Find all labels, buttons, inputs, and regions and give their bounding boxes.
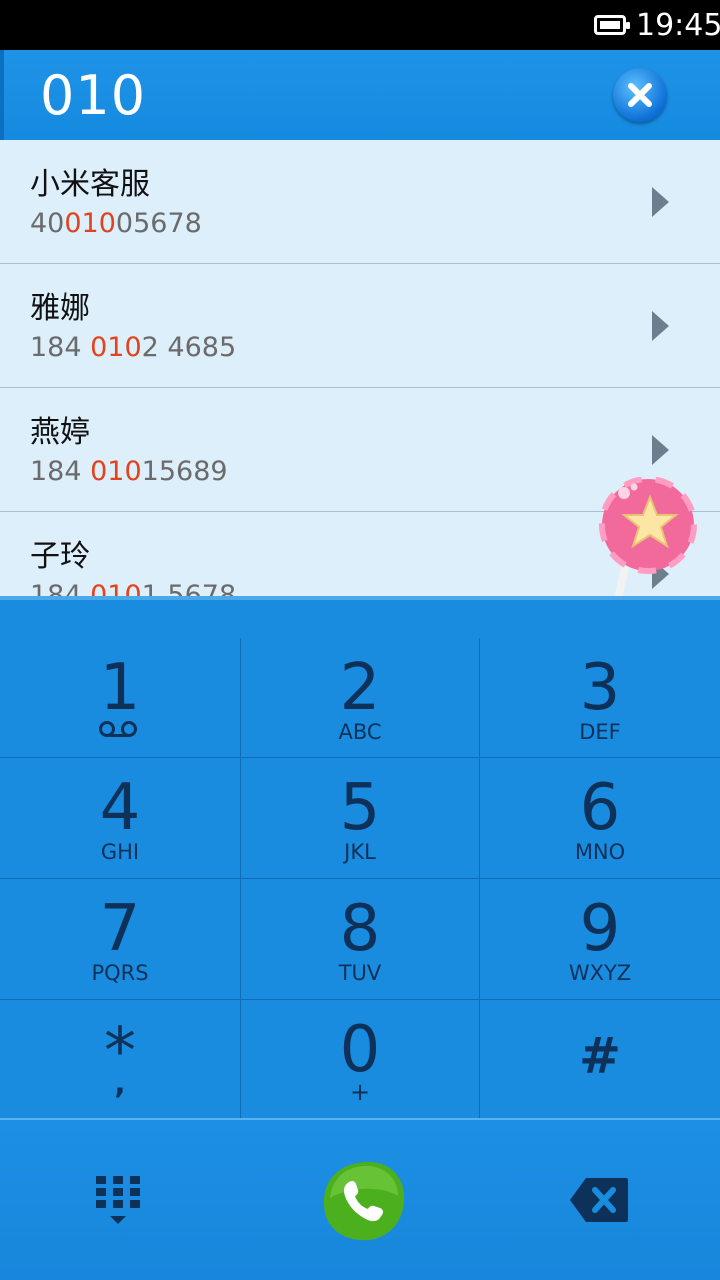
match-highlight: 010 bbox=[64, 208, 116, 239]
close-icon bbox=[628, 83, 652, 107]
contact-name: 小米客服 bbox=[30, 167, 150, 202]
clear-button[interactable] bbox=[613, 68, 667, 122]
contact-result-row[interactable]: 小米客服 4001005678 bbox=[0, 140, 720, 264]
contact-number: 184 01015689 bbox=[30, 456, 228, 487]
status-time: 19:45 bbox=[636, 8, 720, 43]
key-letters: JKL bbox=[344, 840, 376, 864]
key-letters: TUV bbox=[338, 961, 382, 985]
key-0[interactable]: 0 + bbox=[240, 1000, 480, 1121]
key-letters: WXYZ bbox=[568, 961, 632, 985]
key-digit: 2 bbox=[339, 651, 381, 725]
dial-keypad: 1 2 ABC 3 DEF 4 GHI 5 JKL 6 MNO 7 PQRS 8… bbox=[0, 596, 720, 1122]
key-digit: 9 bbox=[579, 892, 621, 966]
contact-name: 子玲 bbox=[30, 539, 90, 574]
key-digit: 8 bbox=[339, 892, 381, 966]
key-3[interactable]: 3 DEF bbox=[480, 638, 720, 759]
key-5[interactable]: 5 JKL bbox=[240, 758, 480, 879]
key-letters: DEF bbox=[579, 720, 621, 744]
action-bar bbox=[0, 1118, 720, 1280]
key-2[interactable]: 2 ABC bbox=[240, 638, 480, 759]
key-digit: 7 bbox=[99, 892, 141, 966]
key-hash[interactable]: # bbox=[480, 1000, 720, 1121]
key-7[interactable]: 7 PQRS bbox=[0, 879, 240, 1000]
dialed-number-bar: 010 bbox=[0, 50, 720, 140]
dialpad-icon[interactable] bbox=[96, 1176, 140, 1226]
key-letters: ABC bbox=[338, 720, 382, 744]
contact-name: 雅娜 bbox=[30, 291, 90, 326]
key-digit: 3 bbox=[579, 651, 621, 725]
contact-number: 4001005678 bbox=[30, 208, 202, 239]
contact-result-row[interactable]: 雅娜 184 0102 4685 bbox=[0, 264, 720, 388]
match-highlight: 010 bbox=[90, 580, 142, 596]
key-digit: 4 bbox=[99, 771, 141, 845]
voicemail-icon bbox=[99, 721, 137, 737]
backspace-icon[interactable] bbox=[568, 1176, 630, 1224]
contact-number: 184 0102 4685 bbox=[30, 332, 237, 363]
key-letters: GHI bbox=[100, 840, 140, 864]
key-letters: MNO bbox=[574, 840, 626, 864]
match-highlight: 010 bbox=[90, 332, 142, 363]
battery-full-icon bbox=[594, 15, 630, 35]
status-bar: 19:45 bbox=[0, 0, 720, 50]
key-digit: 5 bbox=[339, 771, 381, 845]
contact-name: 燕婷 bbox=[30, 415, 90, 450]
key-star[interactable]: * , bbox=[0, 1000, 240, 1121]
key-digit: 1 bbox=[99, 651, 141, 725]
dialed-number: 010 bbox=[40, 64, 147, 127]
key-9[interactable]: 9 WXYZ bbox=[480, 879, 720, 1000]
key-letters: + bbox=[349, 1078, 371, 1106]
chevron-right-icon[interactable] bbox=[652, 311, 669, 341]
contact-number: 184 0101 5678 bbox=[30, 580, 236, 596]
match-highlight: 010 bbox=[90, 456, 142, 487]
lollipop-icon bbox=[599, 477, 697, 597]
key-6[interactable]: 6 MNO bbox=[480, 758, 720, 879]
key-letters: PQRS bbox=[91, 961, 149, 985]
chevron-right-icon[interactable] bbox=[652, 187, 669, 217]
key-letters: , bbox=[114, 1066, 126, 1101]
chevron-right-icon[interactable] bbox=[652, 435, 669, 465]
key-digit: 0 bbox=[339, 1013, 381, 1087]
key-1[interactable]: 1 bbox=[0, 638, 240, 759]
call-button[interactable] bbox=[322, 1160, 406, 1242]
key-8[interactable]: 8 TUV bbox=[240, 879, 480, 1000]
key-digit: 6 bbox=[579, 771, 621, 845]
key-4[interactable]: 4 GHI bbox=[0, 758, 240, 879]
key-digit: # bbox=[579, 1027, 621, 1085]
